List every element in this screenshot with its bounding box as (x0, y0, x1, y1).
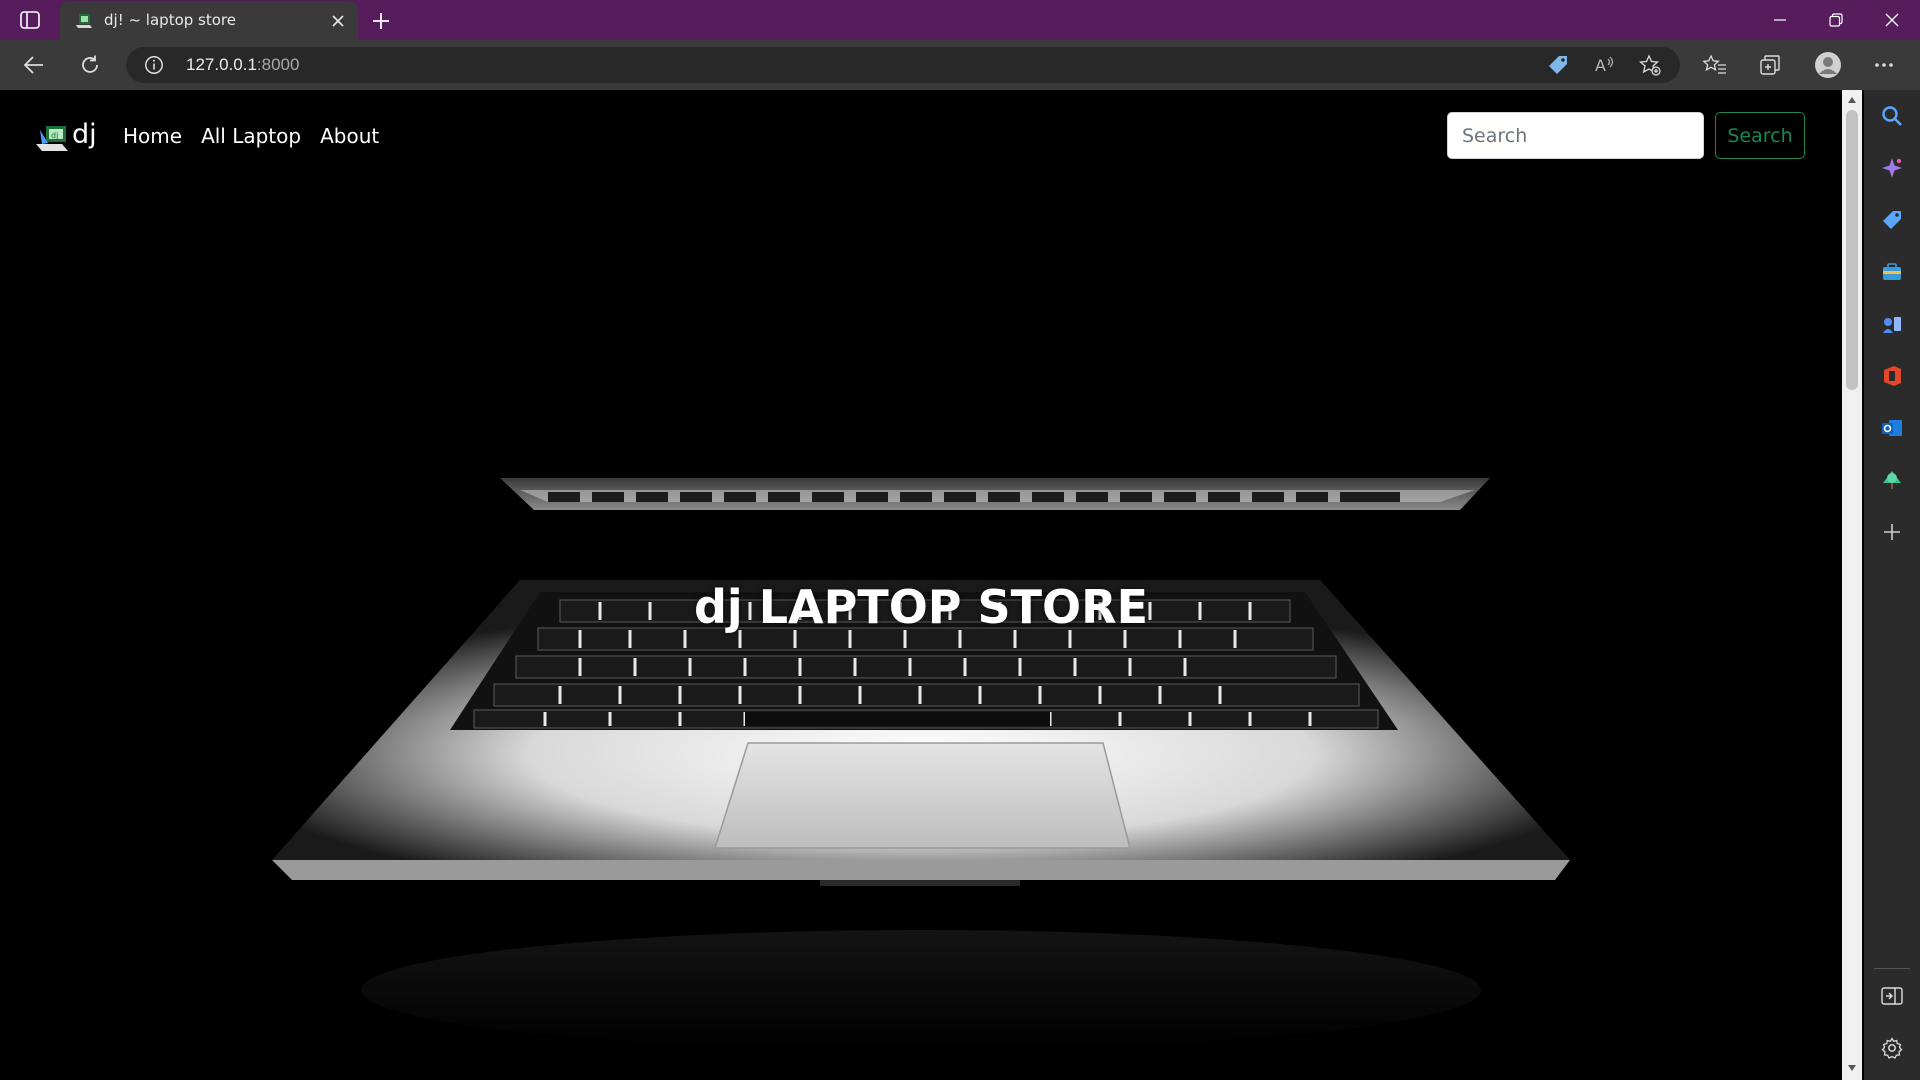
restore-icon[interactable] (1808, 0, 1864, 40)
tab-title: dj! ~ laptop store (104, 11, 236, 29)
nav-home-link[interactable]: Home (123, 123, 182, 149)
browser-toolbar: 127.0.0.1:8000 A (0, 40, 1920, 90)
new-tab-icon[interactable] (368, 8, 394, 34)
sidebar-tree-icon[interactable] (1880, 468, 1904, 492)
page-scrollbar[interactable] (1842, 90, 1862, 1080)
search-button[interactable]: Search (1715, 112, 1805, 159)
nav-about-link[interactable]: About (320, 123, 379, 149)
sidebar-office-icon[interactable] (1880, 364, 1904, 388)
search-input[interactable] (1447, 112, 1704, 159)
back-arrow-icon[interactable] (21, 52, 47, 78)
site-info-icon[interactable] (144, 55, 164, 75)
sidebar-add-icon[interactable] (1880, 520, 1904, 544)
sidebar-search-icon[interactable] (1880, 104, 1904, 128)
url-host: 127.0.0.1 (186, 55, 257, 74)
url-text: 127.0.0.1:8000 (186, 55, 299, 75)
window-controls (1752, 0, 1920, 40)
close-window-icon[interactable] (1864, 0, 1920, 40)
refresh-icon[interactable] (77, 52, 103, 78)
sidebar-shopping-icon[interactable] (1880, 208, 1904, 232)
favorites-icon[interactable] (1702, 52, 1728, 78)
sidebar-settings-gear-icon[interactable] (1880, 1036, 1904, 1060)
nav-all-laptop-link[interactable]: All Laptop (201, 123, 301, 149)
scroll-down-arrow-icon[interactable] (1842, 1060, 1862, 1076)
sidebar-divider (1874, 968, 1910, 969)
site-navbar: dj dj Home All Laptop About Search (0, 90, 1842, 180)
tab-close-icon[interactable] (328, 11, 348, 31)
more-options-icon[interactable] (1871, 52, 1897, 78)
hero-title: dj LAPTOP STORE (693, 579, 1148, 634)
read-aloud-icon[interactable]: A (1592, 53, 1616, 77)
minimize-icon[interactable] (1752, 0, 1808, 40)
sidebar-outlook-icon[interactable] (1880, 416, 1904, 440)
brand-name: dj (72, 119, 97, 150)
sidebar-copilot-icon[interactable] (1880, 156, 1904, 180)
profile-avatar-icon[interactable] (1813, 50, 1843, 80)
nav-links: Home All Laptop About (123, 123, 379, 149)
search-form: Search (1447, 112, 1805, 159)
browser-sidebar (1864, 90, 1920, 1080)
sidebar-hide-icon[interactable] (1880, 984, 1904, 1008)
browser-titlebar: dj! ~ laptop store (0, 0, 1920, 40)
shopping-tag-icon[interactable] (1546, 53, 1570, 77)
brand-link[interactable]: dj dj (36, 119, 97, 154)
site-favicon-icon (76, 13, 92, 29)
collections-icon[interactable] (1757, 52, 1783, 78)
brand-logo-icon: dj (36, 126, 68, 151)
sidebar-games-icon[interactable] (1880, 312, 1904, 336)
url-port: :8000 (256, 55, 300, 74)
scrollbar-thumb[interactable] (1846, 110, 1858, 390)
scroll-up-arrow-icon[interactable] (1842, 92, 1862, 108)
svg-text:A: A (1595, 56, 1606, 75)
address-bar[interactable]: 127.0.0.1:8000 A (126, 47, 1680, 83)
add-favorite-icon[interactable] (1638, 53, 1662, 77)
browser-tab-active[interactable]: dj! ~ laptop store (60, 1, 358, 40)
tab-actions-icon[interactable] (16, 8, 44, 32)
page-viewport: dj dj Home All Laptop About Search dj LA… (0, 90, 1842, 1080)
sidebar-tools-icon[interactable] (1880, 260, 1904, 284)
svg-text:dj: dj (51, 131, 58, 140)
